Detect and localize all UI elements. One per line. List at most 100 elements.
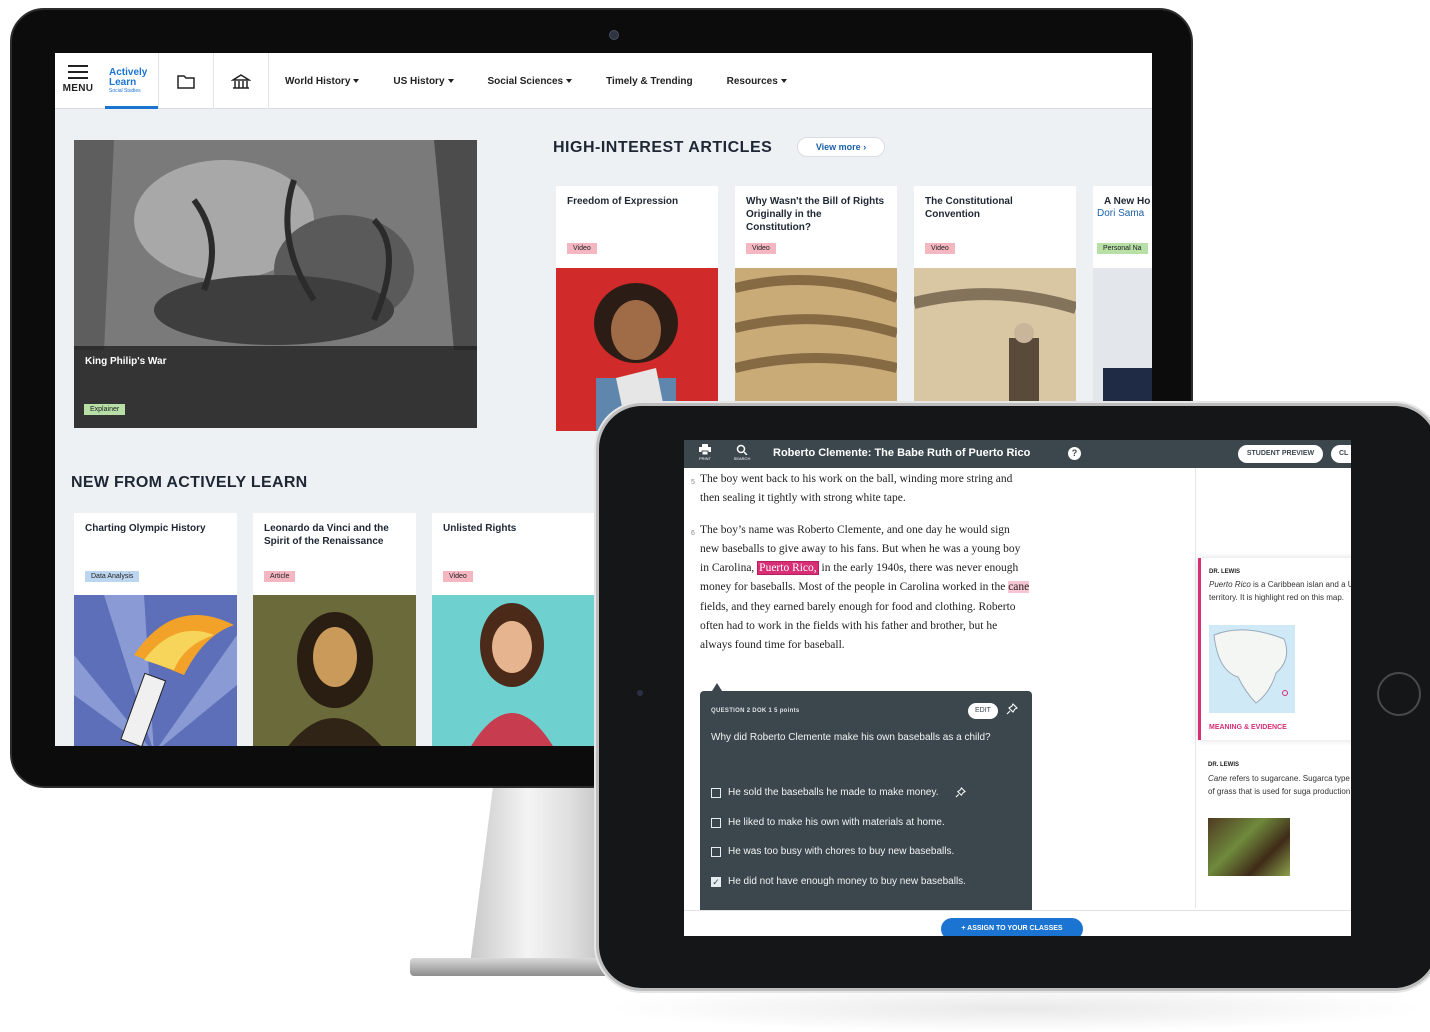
note-emphasis: Cane (1208, 774, 1228, 783)
article-card-tag: Video (746, 243, 776, 254)
reader-screen: PRINT SEARCH Roberto Clemente: The Babe … (684, 440, 1351, 936)
logo-subtitle: Social Studies (109, 88, 141, 94)
nav-resources[interactable]: Resources (727, 76, 787, 87)
view-more-button[interactable]: View more › (797, 137, 885, 157)
featured-title: King Philip's War (85, 356, 167, 367)
answer-option[interactable]: He sold the baseballs he made to make mo… (711, 787, 1021, 798)
monitor-camera (609, 30, 619, 40)
nav-world-history[interactable]: World History (285, 75, 360, 87)
mona-lisa-painting-image (253, 595, 416, 746)
nav-timely-trending[interactable]: Timely & Trending (606, 76, 693, 87)
student-preview-button[interactable]: STUDENT PREVIEW (1238, 445, 1323, 463)
article-card[interactable]: Why Wasn't the Bill of Rights Originally… (735, 186, 897, 431)
note-text: Puerto Rico is a Caribbean islan and a U… (1209, 578, 1351, 604)
answer-option-text: He liked to make his own with materials … (728, 817, 945, 828)
nav-world-history-label: World History (285, 75, 351, 87)
article-card-tag: Video (567, 243, 597, 254)
reader-toolbar: PRINT SEARCH Roberto Clemente: The Babe … (684, 440, 1351, 468)
article-card[interactable]: Leonardo da Vinci and the Spirit of the … (253, 513, 416, 746)
caret-down-icon (447, 78, 454, 83)
caret-down-icon (780, 78, 787, 83)
article-card[interactable]: Freedom of Expression Video (556, 186, 718, 431)
question-meta: QUESTION 2 DOK 1 5 points (711, 708, 800, 714)
tablet-home-button[interactable] (1377, 672, 1421, 716)
answer-option-text: He did not have enough money to buy new … (728, 876, 966, 887)
note-category: MEANING & EVIDENCE (1209, 724, 1287, 731)
folder-button[interactable] (158, 53, 213, 109)
hamburger-icon (61, 65, 95, 79)
chevron-right-icon: › (863, 142, 867, 152)
article-card-tag: Video (443, 571, 473, 582)
view-more-label: View more (815, 142, 861, 152)
article-card-title: Charting Olympic History (85, 523, 206, 534)
article-card-title: Freedom of Expression (567, 196, 679, 207)
article-card-tag: Video (925, 243, 955, 254)
article-card[interactable]: Unlisted Rights Video (432, 513, 595, 746)
article-card-tag: Personal Na (1097, 243, 1148, 254)
olympic-torch-image (74, 595, 237, 746)
note-emphasis: Puerto Rico (1209, 580, 1251, 589)
answer-option-text: He sold the baseballs he made to make mo… (728, 787, 939, 798)
paragraph-number: 5 (691, 479, 695, 486)
menu-label: MENU (62, 83, 94, 94)
search-icon (736, 444, 748, 456)
checkbox[interactable] (711, 787, 721, 798)
search-label: SEARCH (733, 456, 751, 461)
high-interest-heading: HIGH-INTEREST ARTICLES (553, 139, 773, 156)
caret-down-icon (353, 78, 360, 83)
article-card[interactable]: The Constitutional Convention Video (914, 186, 1076, 431)
institution-button[interactable] (213, 53, 268, 109)
question-prompt: Why did Roberto Clemente make his own ba… (711, 732, 991, 743)
new-from-heading: NEW FROM ACTIVELY LEARN (71, 474, 308, 491)
print-button[interactable]: PRINT (690, 444, 720, 461)
reading-passage: 5 The boy went back to his work on the b… (691, 470, 1030, 668)
checkbox[interactable] (711, 846, 721, 857)
pin-icon[interactable] (1006, 703, 1018, 718)
paragraph-6: 6 The boy’s name was Roberto Clemente, a… (691, 521, 1030, 656)
article-card-title: Why Wasn't the Bill of Rights Originally… (746, 196, 885, 233)
article-card-tag: Article (264, 571, 296, 582)
nav-timely-trending-label: Timely & Trending (606, 75, 693, 87)
top-navigation: MENU Actively Learn Social Studies World… (55, 53, 1152, 109)
nav-social-sciences[interactable]: Social Sciences (488, 76, 573, 87)
edit-question-button[interactable]: EDIT (968, 703, 998, 719)
checkbox[interactable] (711, 817, 721, 828)
paragraph-5: 5 The boy went back to his work on the b… (691, 470, 1030, 509)
print-label: PRINT (699, 456, 711, 461)
article-card[interactable]: A New Ho Dori Sama Personal Na (1093, 186, 1152, 431)
article-card-title: Unlisted Rights (443, 523, 517, 534)
featured-caption: King Philip's War Explainer (74, 346, 477, 428)
paragraph-text: The boy went back to his work on the bal… (700, 473, 1013, 505)
highlight-puerto-rico[interactable]: Puerto Rico, (757, 561, 819, 576)
help-icon[interactable]: ? (1068, 447, 1081, 460)
nav-us-history-label: US History (393, 75, 445, 87)
logo-line-2: Learn (109, 77, 137, 88)
teacher-note-puerto-rico[interactable]: DR. LEWIS Puerto Rico is a Caribbean isl… (1198, 558, 1351, 740)
pushpin-icon (1006, 703, 1018, 715)
highlight-cane[interactable]: cane (1008, 581, 1030, 594)
nav-us-history[interactable]: US History (393, 75, 454, 87)
answer-option[interactable]: He liked to make his own with materials … (711, 817, 1021, 828)
main-nav-links: World History US History Social Sciences… (268, 53, 821, 109)
north-america-map-image (1209, 625, 1295, 713)
article-card-title: A New Ho (1104, 196, 1151, 207)
answer-option[interactable]: ✓ He did not have enough money to buy ne… (711, 876, 1021, 887)
note-body: refers to sugarcane. Sugarca type of gra… (1208, 774, 1351, 796)
article-card[interactable]: Charting Olympic History Data Analysis (74, 513, 237, 746)
nav-social-sciences-label: Social Sciences (487, 75, 564, 87)
featured-tag: Explainer (84, 404, 126, 415)
tablet-camera (637, 690, 643, 696)
caret-down-icon (566, 78, 573, 83)
answer-option[interactable]: He was too busy with chores to buy new b… (711, 846, 1021, 857)
folder-icon (177, 74, 195, 89)
notes-divider (1195, 468, 1196, 908)
assign-to-classes-button[interactable]: + ASSIGN TO YOUR CLASSES (941, 918, 1083, 936)
search-button[interactable]: SEARCH (727, 444, 757, 461)
teacher-note-cane[interactable]: DR. LEWIS Cane refers to sugarcane. Suga… (1200, 758, 1351, 888)
actively-learn-logo[interactable]: Actively Learn Social Studies (105, 59, 158, 109)
featured-article-card[interactable]: King Philip's War Explainer (74, 140, 477, 428)
toolbar-button-partial[interactable]: CL (1331, 445, 1351, 463)
menu-button[interactable]: MENU (61, 65, 95, 94)
checkbox-checked[interactable]: ✓ (711, 876, 721, 887)
thinking-girl-image (432, 595, 595, 746)
